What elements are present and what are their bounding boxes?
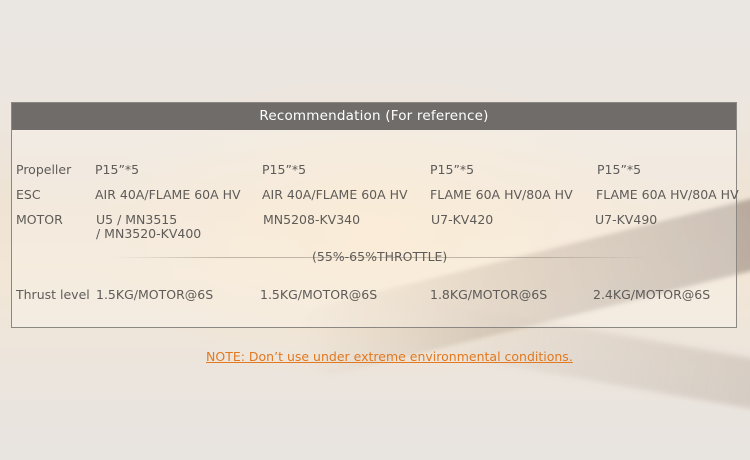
motor-col-4: U7-KV490	[595, 212, 658, 227]
card-title: Recommendation (For reference)	[12, 103, 736, 130]
row-label-motor: MOTOR	[16, 212, 63, 227]
environment-note: NOTE: Don’t use under extreme environmen…	[206, 349, 573, 364]
propeller-col-1: P15”*5	[95, 162, 140, 177]
row-label-thrust: Thrust level	[16, 287, 90, 302]
esc-col-1: AIR 40A/FLAME 60A HV	[95, 187, 241, 202]
thrust-col-4: 2.4KG/MOTOR@6S	[593, 287, 711, 302]
throttle-label: (55%-65%THROTTLE)	[312, 249, 448, 264]
thrust-col-2: 1.5KG/MOTOR@6S	[260, 287, 378, 302]
esc-col-2: AIR 40A/FLAME 60A HV	[262, 187, 408, 202]
esc-col-3: FLAME 60A HV/80A HV	[430, 187, 573, 202]
motor-col-3: U7-KV420	[431, 212, 494, 227]
row-label-esc: ESC	[16, 187, 41, 202]
motor-col-1-line-2: / MN3520-KV400	[96, 226, 202, 241]
propeller-col-2: P15”*5	[262, 162, 307, 177]
motor-col-1: U5 / MN3515	[96, 212, 178, 227]
thrust-col-1: 1.5KG/MOTOR@6S	[96, 287, 214, 302]
esc-col-4: FLAME 60A HV/80A HV	[596, 187, 739, 202]
propeller-col-4: P15”*5	[597, 162, 642, 177]
row-label-propeller: Propeller	[16, 162, 72, 177]
recommendation-card: Recommendation (For reference) Propeller…	[11, 102, 739, 328]
thrust-col-3: 1.8KG/MOTOR@6S	[430, 287, 548, 302]
propeller-col-3: P15”*5	[430, 162, 475, 177]
motor-col-2: MN5208-KV340	[263, 212, 361, 227]
